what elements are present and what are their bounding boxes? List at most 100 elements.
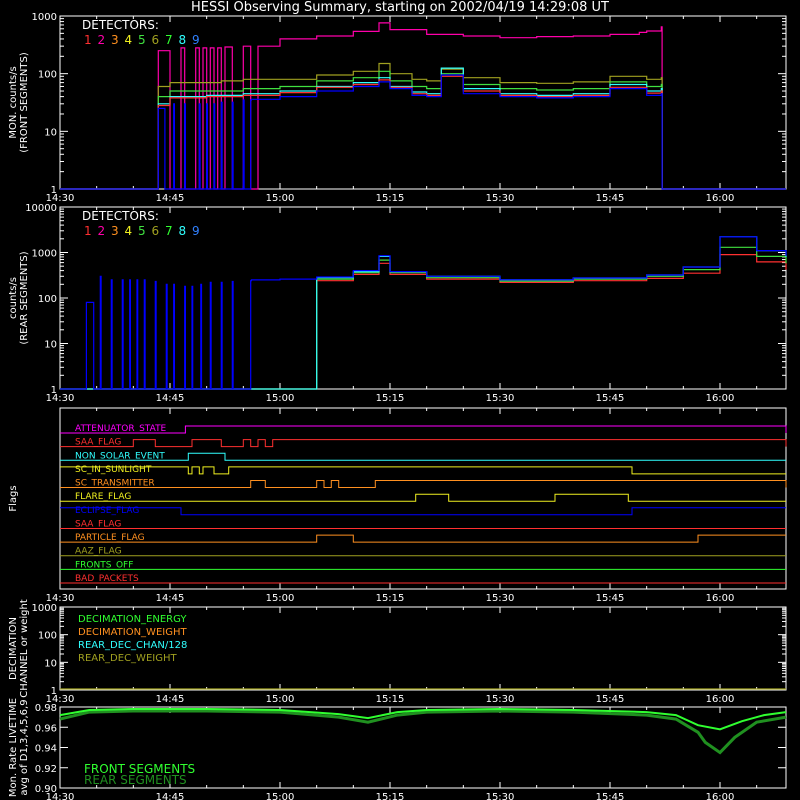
rear-x-tick-label: 14:45 <box>156 393 185 404</box>
front-legend-item: 2 <box>98 33 106 47</box>
flag-label: PARTICLE_FLAG <box>75 533 145 543</box>
livetime-legend-item: REAR SEGMENTS <box>84 773 187 787</box>
rear-legend-title: DETECTORS: <box>82 209 159 223</box>
rear-x-tick-label: 15:45 <box>596 393 625 404</box>
front-series-line <box>60 75 786 190</box>
livetime-y-tick-label: 0.96 <box>35 723 57 734</box>
flags-x-tick-label: 15:45 <box>596 593 625 604</box>
front-y-tick-label: 1000 <box>32 12 57 23</box>
rear-y-tick-label: 1000 <box>32 249 57 260</box>
rear-x-tick-label: 15:00 <box>266 393 295 404</box>
rear-x-tick-label: 15:15 <box>376 393 405 404</box>
rear-series-line <box>60 246 787 390</box>
front-x-tick-label: 16:00 <box>706 193 735 204</box>
flag-label: SAA_FLAG <box>75 519 121 529</box>
front-x-tick-label: 15:00 <box>266 193 295 204</box>
rear-series-line <box>60 236 787 390</box>
decimation-x-tick-label: 15:15 <box>376 694 405 705</box>
rear-x-tick-label: 16:00 <box>706 393 735 404</box>
rear-legend-item: 3 <box>111 224 119 238</box>
decimation-x-tick-label: 15:30 <box>486 694 515 705</box>
rear-x-tick-label: 15:30 <box>486 393 515 404</box>
livetime-y-tick-label: 0.94 <box>35 744 57 755</box>
livetime-x-tick-label: 14:45 <box>156 792 185 800</box>
livetime-y-tick-label: 0.92 <box>35 764 57 775</box>
rear-legend-item: 2 <box>98 224 106 238</box>
front-legend-item: 9 <box>192 33 200 47</box>
livetime-x-tick-label: 15:30 <box>486 792 515 800</box>
rear-y-tick-label: 10 <box>44 340 57 351</box>
rear-legend-item: 6 <box>152 224 160 238</box>
rear-y-tick-label: 100 <box>38 294 57 305</box>
flag-label: NON_SOLAR_EVENT <box>75 451 165 461</box>
front-x-tick-label: 15:30 <box>486 193 515 204</box>
decimation-y-axis-label: DECIMATIONCHANNEL or weight <box>8 599 30 698</box>
front-series-line <box>60 62 786 190</box>
rear-legend-item: 8 <box>179 224 187 238</box>
flags-x-tick-label: 16:00 <box>706 593 735 604</box>
front-x-tick-label: 15:15 <box>376 193 405 204</box>
rear-series-line <box>60 236 787 390</box>
flag-line <box>60 480 787 488</box>
flag-line <box>60 534 786 543</box>
flag-line <box>60 493 786 502</box>
flags-x-tick-label: 15:15 <box>376 593 405 604</box>
rear-legend-item: 1 <box>84 224 92 238</box>
flag-line <box>60 507 786 516</box>
rear-y-tick-label: 10000 <box>25 203 57 214</box>
decimation-y-tick-label: 100 <box>38 631 57 642</box>
rear-legend-item: 4 <box>125 224 133 238</box>
front-series-line <box>60 70 786 190</box>
decimation-y-tick-label: 1000 <box>32 603 57 614</box>
flag-label: FLARE_FLAG <box>75 492 131 502</box>
livetime-x-tick-label: 15:15 <box>376 792 405 800</box>
front-legend-item: 3 <box>111 33 119 47</box>
livetime-x-tick-label: 15:45 <box>596 792 625 800</box>
front-y-tick-label: 100 <box>38 70 57 81</box>
flag-label: AAZ_FLAG <box>75 547 122 557</box>
hessi-summary-plot: 14:30 14:45 15:00 15:15 15:30 15:45 16:0011010… <box>8 12 787 800</box>
flags-x-tick-label: 15:30 <box>486 593 515 604</box>
livetime-y-tick-label: 0.90 <box>35 784 57 795</box>
rear-legend-item: 9 <box>192 224 200 238</box>
livetime-x-tick-label: 15:00 <box>266 792 295 800</box>
flag-label: SAA_FLAG <box>75 438 121 448</box>
front-legend-title: DETECTORS: <box>82 18 159 32</box>
flag-line <box>60 452 786 461</box>
front-legend-item: 7 <box>165 33 173 47</box>
rear-legend-item: 7 <box>165 224 173 238</box>
front-legend-item: 6 <box>152 33 160 47</box>
livetime-series-line <box>59 709 787 755</box>
rear-y-axis-label: counts/s(REAR SEGMENTS) <box>8 251 30 344</box>
decimation-legend-item: DECIMATION_ENERGY <box>78 614 187 625</box>
decimation-x-tick-label: 15:45 <box>596 694 625 705</box>
decimation-legend-item: DECIMATION_WEIGHT <box>78 627 187 638</box>
flag-label: FRONTS_OFF <box>75 560 133 570</box>
flag-line <box>60 439 787 448</box>
flag-label: SC_IN_SUNLIGHT <box>75 465 152 475</box>
rear-legend-item: 5 <box>138 224 146 238</box>
flags-y-axis-label: Flags <box>8 485 19 511</box>
decimation-y-tick-label: 10 <box>44 658 57 669</box>
front-x-tick-label: 15:45 <box>596 193 625 204</box>
flag-label: BAD_PACKETS <box>75 574 139 584</box>
front-legend-item: 4 <box>125 33 133 47</box>
front-y-tick-label: 1 <box>51 185 57 196</box>
decimation-x-tick-label: 15:00 <box>266 694 295 705</box>
livetime-x-tick-label: 16:00 <box>706 792 735 800</box>
decimation-legend-item: REAR_DEC_WEIGHT <box>78 653 177 664</box>
rear-y-tick-label: 1 <box>51 385 57 396</box>
flags-x-tick-label: 15:00 <box>266 593 295 604</box>
decimation-legend-item: REAR_DEC_CHAN/128 <box>78 640 187 651</box>
flag-label: ECLIPSE_FLAG <box>75 506 139 516</box>
livetime-y-axis-label: Mon. Rate LIVETIMEavg of D1,3,4,5,6,9 <box>8 698 30 797</box>
livetime-y-tick-label: 0.98 <box>35 703 57 714</box>
front-legend-item: 1 <box>84 33 92 47</box>
decimation-x-tick-label: 14:45 <box>156 694 185 705</box>
flag-label: SC_TRANSMITTER <box>75 479 155 489</box>
flag-label: ATTENUATOR_STATE <box>75 424 167 434</box>
front-legend-item: 8 <box>179 33 187 47</box>
flags-x-tick-label: 14:45 <box>156 593 185 604</box>
flags-frame <box>59 407 787 590</box>
flag-line <box>60 466 786 475</box>
